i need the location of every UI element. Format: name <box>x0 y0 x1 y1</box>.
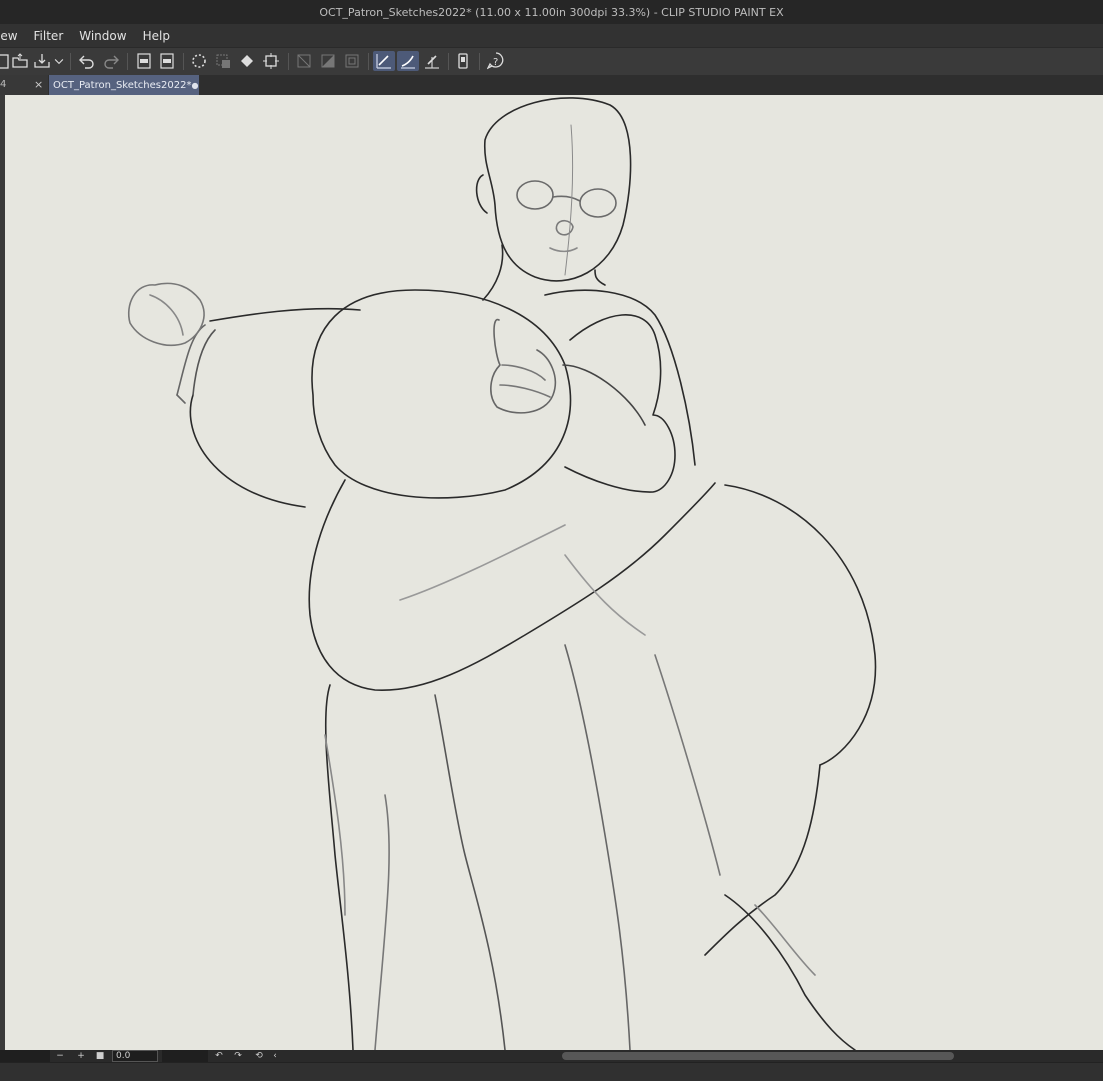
horizontal-scrollbar[interactable] <box>562 1052 954 1060</box>
invert-selection-icon <box>297 54 311 68</box>
snap-to-ruler-toggle[interactable] <box>373 51 395 71</box>
save-icon <box>34 54 50 68</box>
open-folder-icon <box>12 53 28 68</box>
reset-rotation-button[interactable]: ⟲ <box>253 1050 265 1062</box>
toolbar-separator <box>127 53 128 70</box>
gradient-selection-button[interactable] <box>317 51 339 71</box>
fill-button[interactable] <box>236 51 258 71</box>
title-bar: OCT_Patron_Sketches2022* (11.00 x 11.00i… <box>0 0 1103 24</box>
rotation-field[interactable] <box>162 1050 208 1062</box>
clear-selection-icon <box>216 54 230 68</box>
open-button[interactable] <box>9 51 31 71</box>
transform-icon <box>263 53 279 69</box>
tab-previous-label: 4 <box>0 79 7 90</box>
border-selection-icon <box>345 54 359 68</box>
zoom-out-button[interactable]: − <box>54 1050 66 1062</box>
document-tab-bar: 4 × OCT_Patron_Sketches2022* ● <box>0 75 1103 95</box>
invert-selection-button[interactable] <box>293 51 315 71</box>
save-options-button[interactable] <box>52 51 66 71</box>
menu-view[interactable]: iew <box>0 29 26 43</box>
smartphone-button[interactable] <box>452 51 474 71</box>
collapse-status-button[interactable]: ‹ <box>270 1050 280 1062</box>
redo-icon <box>104 55 119 69</box>
snap-to-special-ruler-icon <box>401 55 415 69</box>
menu-window[interactable]: Window <box>71 29 134 43</box>
stop-button[interactable]: ■ <box>94 1050 106 1062</box>
snap-to-grid-toggle[interactable] <box>421 51 443 71</box>
toolbar-separator <box>183 53 184 70</box>
help-button[interactable]: ? <box>485 51 507 71</box>
fill-icon <box>241 55 253 67</box>
tab-previous-document[interactable]: 4 × <box>0 75 48 95</box>
window-title: OCT_Patron_Sketches2022* (11.00 x 11.00i… <box>319 5 784 19</box>
chevron-down-icon <box>54 59 64 65</box>
tab-current-document[interactable]: OCT_Patron_Sketches2022* ● <box>49 75 199 95</box>
status-bar: − + ■ 0.0 ↶ ↷ ⟲ ‹ <box>0 1050 1103 1062</box>
border-selection-button[interactable] <box>341 51 363 71</box>
bottom-panel <box>0 1062 1103 1081</box>
processing-indicator <box>188 51 210 71</box>
save-button[interactable] <box>31 51 53 71</box>
snap-to-special-ruler-toggle[interactable] <box>397 51 419 71</box>
toolbar-separator <box>70 53 71 70</box>
sketch-drawing <box>128 97 877 1050</box>
export-psd-icon <box>160 53 174 69</box>
toolbar-separator <box>368 53 369 70</box>
undo-icon <box>79 55 94 69</box>
drawing-canvas[interactable] <box>5 95 1103 1050</box>
svg-text:?: ? <box>493 57 498 68</box>
clear-selection-button[interactable] <box>212 51 234 71</box>
canvas-viewport[interactable] <box>0 95 1103 1050</box>
redo-button[interactable] <box>100 51 122 71</box>
rotate-right-button[interactable]: ↷ <box>232 1050 244 1062</box>
gradient-selection-icon <box>321 54 335 68</box>
toolbar-separator <box>448 53 449 70</box>
navigator-preview <box>0 1050 50 1062</box>
loading-icon <box>192 54 206 68</box>
unsaved-indicator: ● <box>191 80 199 90</box>
help-icon: ? <box>487 52 504 70</box>
zoom-field[interactable]: 0.0 <box>112 1050 158 1062</box>
export-png-icon <box>137 53 151 69</box>
toolbar-separator <box>288 53 289 70</box>
transform-button[interactable] <box>260 51 282 71</box>
snap-to-grid-icon <box>425 55 439 69</box>
zoom-in-button[interactable]: + <box>75 1050 87 1062</box>
snap-to-ruler-icon <box>376 54 391 69</box>
export-psd-button[interactable] <box>156 51 178 71</box>
menu-help[interactable]: Help <box>135 29 178 43</box>
menu-filter[interactable]: Filter <box>26 29 72 43</box>
menu-bar: iew Filter Window Help <box>0 24 1103 47</box>
tab-current-label: OCT_Patron_Sketches2022* <box>53 79 192 91</box>
smartphone-icon <box>458 53 468 69</box>
undo-button[interactable] <box>76 51 98 71</box>
export-png-button[interactable] <box>133 51 155 71</box>
close-tab-icon[interactable]: × <box>34 78 43 91</box>
toolbar-separator <box>479 53 480 70</box>
rotate-left-button[interactable]: ↶ <box>213 1050 225 1062</box>
command-bar: ? <box>0 47 1103 76</box>
